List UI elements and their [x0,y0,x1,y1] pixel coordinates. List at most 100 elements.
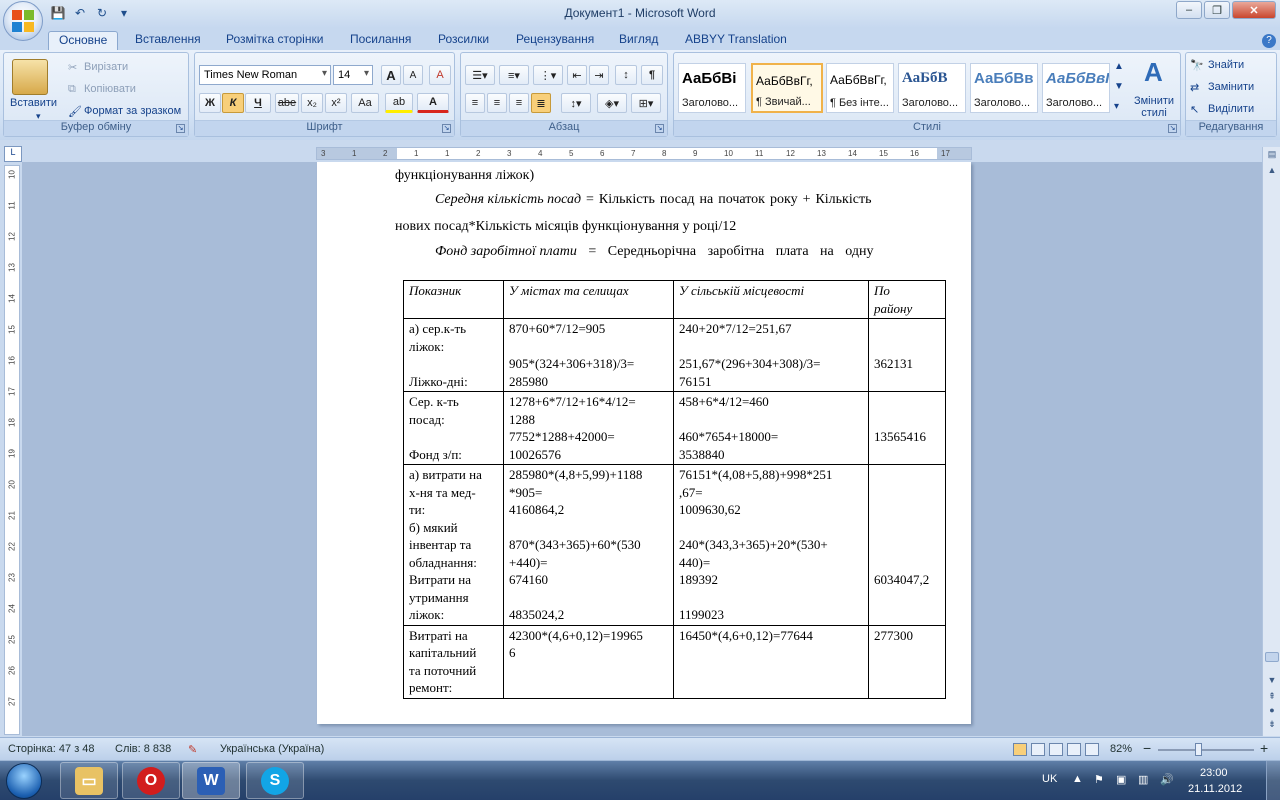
tab-selector-button[interactable]: L [4,146,22,162]
prev-page-icon[interactable]: ⇞ [1265,691,1279,705]
browse-object-icon[interactable]: ● [1265,705,1279,719]
dialog-launcher-icon[interactable]: ↘ [442,124,451,133]
full-screen-reading-icon[interactable] [1031,743,1045,756]
tab-insert[interactable]: Вставлення [135,31,201,50]
dialog-launcher-icon[interactable]: ↘ [1168,124,1177,133]
clock-date[interactable]: 21.11.2012 [1188,783,1242,795]
web-layout-icon[interactable] [1049,743,1063,756]
align-right-icon[interactable]: ≡ [509,93,529,113]
style-normal[interactable]: АаБбВвГг, ¶ Звичай... [751,63,823,113]
change-styles-button[interactable]: Змінити стилі [1130,95,1178,119]
vertical-scrollbar[interactable]: ▤ ▲ ▼ ⇞ ● ⇟ [1262,147,1280,736]
subscript-button[interactable]: x₂ [301,93,323,113]
word-count[interactable]: Слів: 8 838 [115,743,171,755]
dialog-launcher-icon[interactable]: ↘ [655,124,664,133]
flag-icon[interactable]: ⚑ [1094,773,1104,786]
align-left-icon[interactable]: ≡ [465,93,485,113]
clear-format-button[interactable]: A [429,65,451,85]
font-color-button[interactable]: A [417,93,449,113]
language-indicator[interactable]: UK [1042,773,1057,785]
zoom-slider[interactable] [1158,749,1254,751]
shrink-font-button[interactable]: A [403,65,423,85]
show-desktop-button[interactable] [1266,761,1280,800]
borders-icon[interactable]: ⊞▾ [631,93,661,113]
zoom-level[interactable]: 82% [1110,743,1132,755]
tab-mailings[interactable]: Розсилки [438,31,489,50]
explorer-taskbar-button[interactable]: ▭ [60,762,118,799]
grow-font-button[interactable]: A [381,65,401,85]
zoom-slider-thumb[interactable] [1195,743,1202,756]
format-painter-button[interactable]: Формат за зразком [84,105,181,117]
paste-icon[interactable] [12,59,48,95]
styles-more-icon[interactable]: ▾ [1114,101,1119,112]
scroll-up-icon[interactable]: ▲ [1265,165,1279,179]
cut-button[interactable]: Вирізати [84,61,128,73]
style-heading2[interactable]: АаБбВ Заголово... [898,63,966,113]
bullets-icon[interactable]: ☰▾ [465,65,495,85]
outline-icon[interactable] [1067,743,1081,756]
styles-scroll-up-icon[interactable]: ▲ [1114,61,1124,72]
bold-button[interactable]: Ж [199,93,221,113]
style-heading3[interactable]: АаБбВв Заголово... [970,63,1038,113]
zoom-out-button[interactable]: − [1143,740,1151,756]
opera-taskbar-button[interactable]: O [122,762,180,799]
decrease-indent-icon[interactable]: ⇤ [567,65,587,85]
style-heading4[interactable]: АаБбВвІ Заголово... [1042,63,1110,113]
document-area[interactable]: функціонування ліжок) Середня кількість … [22,162,1262,736]
tab-references[interactable]: Посилання [350,31,411,50]
shading-icon[interactable]: ◈▾ [597,93,627,113]
network-icon[interactable]: ▥ [1138,773,1148,786]
minimize-button[interactable]: – [1176,1,1202,19]
office-button[interactable] [3,1,43,41]
sort-icon[interactable]: ↕ [615,65,637,85]
style-heading1[interactable]: АаБбВі Заголово... [678,63,746,113]
tab-home[interactable]: Основне [48,31,119,50]
print-layout-icon[interactable] [1013,743,1027,756]
zoom-in-button[interactable]: + [1260,740,1268,756]
restore-button[interactable]: ❐ [1204,1,1230,19]
italic-button[interactable]: К [222,93,244,113]
tab-abbyy[interactable]: ABBYY Translation [685,31,787,50]
next-page-icon[interactable]: ⇟ [1265,719,1279,733]
find-button[interactable]: Знайти [1208,59,1244,71]
horizontal-ruler[interactable]: 3 1 2 1 1 2 3 4 5 6 7 8 9 10 11 12 13 14 15 16 17 [316,147,972,160]
dialog-launcher-icon[interactable]: ↘ [176,124,185,133]
page-count[interactable]: Сторінка: 47 з 48 [8,743,95,755]
font-name-combo[interactable]: Times New Roman [199,65,331,85]
justify-icon[interactable]: ≣ [531,93,551,113]
skype-taskbar-button[interactable]: S [246,762,304,799]
language-indicator[interactable]: Українська (Україна) [220,743,324,755]
scroll-down-icon[interactable]: ▼ [1265,675,1279,689]
clock-time[interactable]: 23:00 [1200,767,1228,779]
superscript-button[interactable]: x² [325,93,347,113]
copy-button[interactable]: Копіювати [84,83,136,95]
highlight-button[interactable]: ab [385,93,413,113]
styles-scroll-down-icon[interactable]: ▼ [1114,81,1124,92]
tab-page-layout[interactable]: Розмітка сторінки [226,31,323,50]
align-center-icon[interactable]: ≡ [487,93,507,113]
numbering-icon[interactable]: ≡▾ [499,65,529,85]
word-taskbar-button[interactable]: W [182,762,240,799]
underline-button[interactable]: Ч [245,93,271,113]
draft-icon[interactable] [1085,743,1099,756]
close-button[interactable]: ✕ [1232,1,1276,19]
device-icon[interactable]: ▣ [1116,773,1126,786]
tab-review[interactable]: Рецензування [516,31,594,50]
ruler-toggle-icon[interactable]: ▤ [1265,149,1279,163]
paste-button[interactable]: Вставити [10,97,57,109]
change-case-button[interactable]: Aa [351,93,379,113]
spelling-icon[interactable]: ✎ [188,743,197,756]
style-no-spacing[interactable]: АаБбВвГг, ¶ Без інте... [826,63,894,113]
show-marks-icon[interactable]: ¶ [641,65,663,85]
font-size-combo[interactable]: 14 [333,65,373,85]
tab-view[interactable]: Вигляд [619,31,658,50]
multilevel-list-icon[interactable]: ⋮▾ [533,65,563,85]
increase-indent-icon[interactable]: ⇥ [589,65,609,85]
vertical-ruler[interactable]: 10 11 12 13 14 15 16 17 18 19 20 21 22 23 24 25 26 27 [4,165,20,735]
strikethrough-button[interactable]: abe [275,93,299,113]
replace-button[interactable]: Замінити [1208,81,1254,93]
document-page[interactable]: функціонування ліжок) Середня кількість … [317,162,971,724]
scroll-thumb[interactable] [1265,652,1279,662]
start-button[interactable] [6,763,42,799]
help-icon[interactable]: ? [1262,34,1276,48]
